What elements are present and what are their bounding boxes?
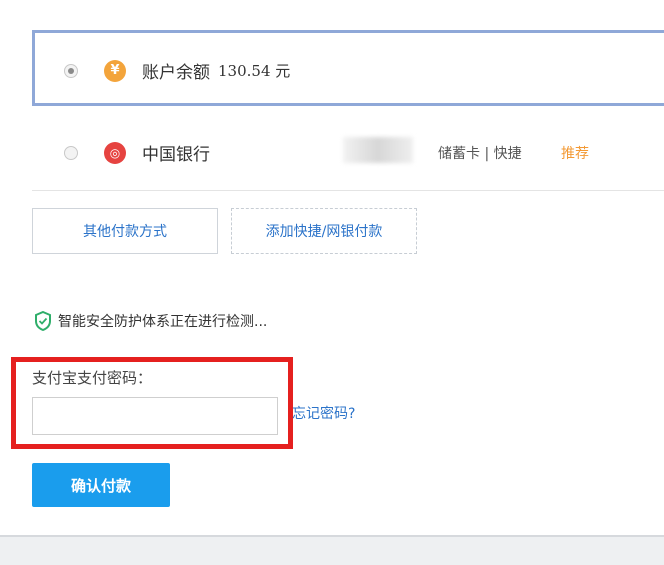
security-text: 智能安全防护体系正在进行检测... bbox=[58, 314, 268, 330]
balance-amount: 130.54 元 bbox=[218, 62, 291, 80]
payment-option-label: 中国银行 bbox=[142, 145, 210, 165]
radio-dot bbox=[68, 67, 74, 74]
radio-balance[interactable] bbox=[64, 63, 78, 78]
other-payment-methods-button[interactable]: 其他付款方式 bbox=[32, 208, 218, 254]
shield-icon bbox=[35, 311, 51, 331]
top-strip bbox=[0, 0, 664, 10]
payment-option-balance-row[interactable]: ¥ 账户余额 130.54 元 bbox=[64, 58, 290, 83]
masked-card-number bbox=[343, 137, 413, 163]
recommend-badge: 推荐 bbox=[561, 146, 589, 162]
bank-icon: ◎ bbox=[104, 141, 126, 164]
forgot-password-link[interactable]: 忘记密码? bbox=[292, 403, 355, 423]
footer-band bbox=[0, 535, 664, 565]
highlight-box bbox=[11, 357, 293, 449]
add-quick-pay-button[interactable]: 添加快捷/网银付款 bbox=[231, 208, 417, 254]
security-check-notice: 智能安全防护体系正在进行检测... bbox=[34, 311, 267, 331]
payment-option-label: 账户余额 bbox=[142, 63, 210, 83]
payment-option-bank[interactable]: ◎ 中国银行 bbox=[64, 140, 210, 165]
yuan-icon: ¥ bbox=[104, 59, 126, 82]
divider bbox=[32, 190, 664, 191]
radio-bank[interactable] bbox=[64, 145, 78, 160]
confirm-payment-button[interactable]: 确认付款 bbox=[32, 463, 170, 507]
card-type: 储蓄卡 | 快捷 bbox=[438, 146, 522, 162]
